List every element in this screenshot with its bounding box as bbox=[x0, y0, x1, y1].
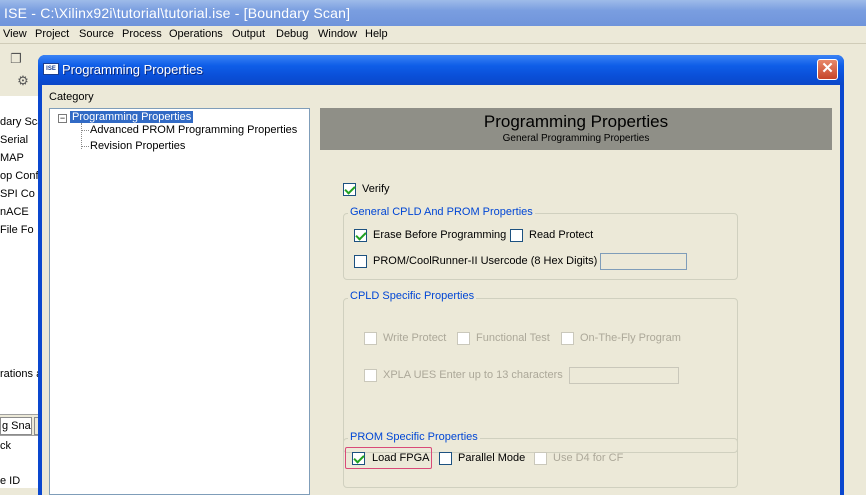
properties-header-title: Programming Properties bbox=[483, 112, 669, 131]
background-workspace bbox=[842, 96, 866, 488]
process-item-2[interactable]: Serial bbox=[0, 134, 40, 146]
dialog-body: Category − Programming Properties Advanc… bbox=[42, 85, 840, 495]
tree-item-advanced-prom[interactable]: Advanced PROM Programming Properties bbox=[88, 124, 299, 136]
copy-icon[interactable]: ❐ bbox=[8, 51, 24, 67]
verify-checkbox[interactable] bbox=[343, 183, 356, 196]
load-fpga-label: Load FPGA bbox=[372, 452, 430, 464]
menu-view[interactable]: View bbox=[3, 28, 27, 40]
operation-item-2[interactable]: ck bbox=[0, 440, 40, 452]
gear-icon[interactable]: ⚙ bbox=[15, 73, 31, 89]
on-the-fly-program-checkbox[interactable] bbox=[561, 332, 574, 345]
process-item-1[interactable]: dary Sca bbox=[0, 116, 40, 128]
write-protect-label: Write Protect bbox=[383, 332, 447, 344]
use-d4-checkbox[interactable] bbox=[534, 452, 547, 465]
sources-panel: dary Sca Serial MAP op Confi SPI Co nACE… bbox=[0, 96, 40, 488]
programming-properties-dialog: ISE Programming Properties ✕ Category − … bbox=[38, 55, 844, 495]
tree-item-programming-properties[interactable]: Programming Properties bbox=[70, 111, 194, 123]
erase-before-programming-checkbox[interactable] bbox=[354, 229, 367, 242]
menu-output[interactable]: Output bbox=[232, 28, 265, 40]
app-menu-bar: View Project Source Process Operations O… bbox=[0, 26, 866, 44]
usercode-label: PROM/CoolRunner-II Usercode (8 Hex Digit… bbox=[373, 255, 598, 267]
erase-before-programming-label: Erase Before Programming bbox=[373, 229, 507, 241]
category-label: Category bbox=[49, 91, 94, 103]
close-button[interactable]: ✕ bbox=[817, 59, 838, 80]
functional-test-checkbox[interactable] bbox=[457, 332, 470, 345]
process-item-3[interactable]: MAP bbox=[0, 152, 40, 164]
functional-test-label: Functional Test bbox=[476, 332, 550, 344]
usercode-input[interactable] bbox=[600, 253, 687, 270]
usercode-checkbox[interactable] bbox=[354, 255, 367, 268]
cpld-properties-title: CPLD Specific Properties bbox=[348, 290, 477, 302]
properties-header: Programming Properties General Programmi… bbox=[320, 108, 832, 150]
process-item-7[interactable]: File Fo bbox=[0, 224, 40, 236]
load-fpga-checkbox[interactable] bbox=[352, 452, 365, 465]
parallel-mode-checkbox[interactable] bbox=[439, 452, 452, 465]
dialog-title-bar[interactable]: ISE Programming Properties ✕ bbox=[38, 55, 844, 85]
read-protect-label: Read Protect bbox=[529, 229, 594, 241]
menu-operations[interactable]: Operations bbox=[169, 28, 223, 40]
tree-item-revision-properties[interactable]: Revision Properties bbox=[88, 140, 187, 152]
use-d4-label: Use D4 for CF bbox=[553, 452, 624, 464]
verify-label: Verify bbox=[362, 183, 390, 195]
category-tree: − Programming Properties Advanced PROM P… bbox=[49, 108, 310, 495]
process-item-5[interactable]: SPI Co bbox=[0, 188, 40, 200]
properties-header-subtitle: General Programming Properties bbox=[502, 133, 650, 144]
general-properties-title: General CPLD And PROM Properties bbox=[348, 206, 535, 218]
menu-window[interactable]: Window bbox=[318, 28, 357, 40]
parallel-mode-label: Parallel Mode bbox=[458, 452, 526, 464]
app-title-bar: ISE - C:\Xilinx92i\tutorial\tutorial.ise… bbox=[0, 0, 866, 26]
ise-app-icon: ISE bbox=[43, 63, 59, 75]
xpla-ues-label: XPLA UES Enter up to 13 characters bbox=[383, 369, 563, 381]
menu-source[interactable]: Source bbox=[79, 28, 114, 40]
read-protect-checkbox[interactable] bbox=[510, 229, 523, 242]
process-item-4[interactable]: op Confi bbox=[0, 170, 40, 182]
menu-debug[interactable]: Debug bbox=[276, 28, 308, 40]
menu-process[interactable]: Process bbox=[122, 28, 162, 40]
panel-tab-strip: g Snap bbox=[0, 414, 40, 436]
menu-project[interactable]: Project bbox=[35, 28, 69, 40]
process-item-6[interactable]: nACE bbox=[0, 206, 40, 218]
xpla-ues-input[interactable] bbox=[569, 367, 679, 384]
operation-item-3[interactable]: e ID bbox=[0, 475, 40, 487]
operation-item-1[interactable]: rations a bbox=[0, 368, 40, 380]
collapse-icon[interactable]: − bbox=[58, 114, 67, 123]
dialog-title: Programming Properties bbox=[62, 62, 203, 77]
app-title: ISE - C:\Xilinx92i\tutorial\tutorial.ise… bbox=[4, 5, 351, 21]
menu-help[interactable]: Help bbox=[365, 28, 388, 40]
on-the-fly-program-label: On-The-Fly Program bbox=[580, 332, 681, 344]
prom-properties-title: PROM Specific Properties bbox=[348, 431, 480, 443]
tab-snapshot[interactable]: g Snap bbox=[0, 417, 32, 435]
xpla-ues-checkbox[interactable] bbox=[364, 369, 377, 382]
properties-panel: Programming Properties General Programmi… bbox=[317, 108, 840, 495]
write-protect-checkbox[interactable] bbox=[364, 332, 377, 345]
